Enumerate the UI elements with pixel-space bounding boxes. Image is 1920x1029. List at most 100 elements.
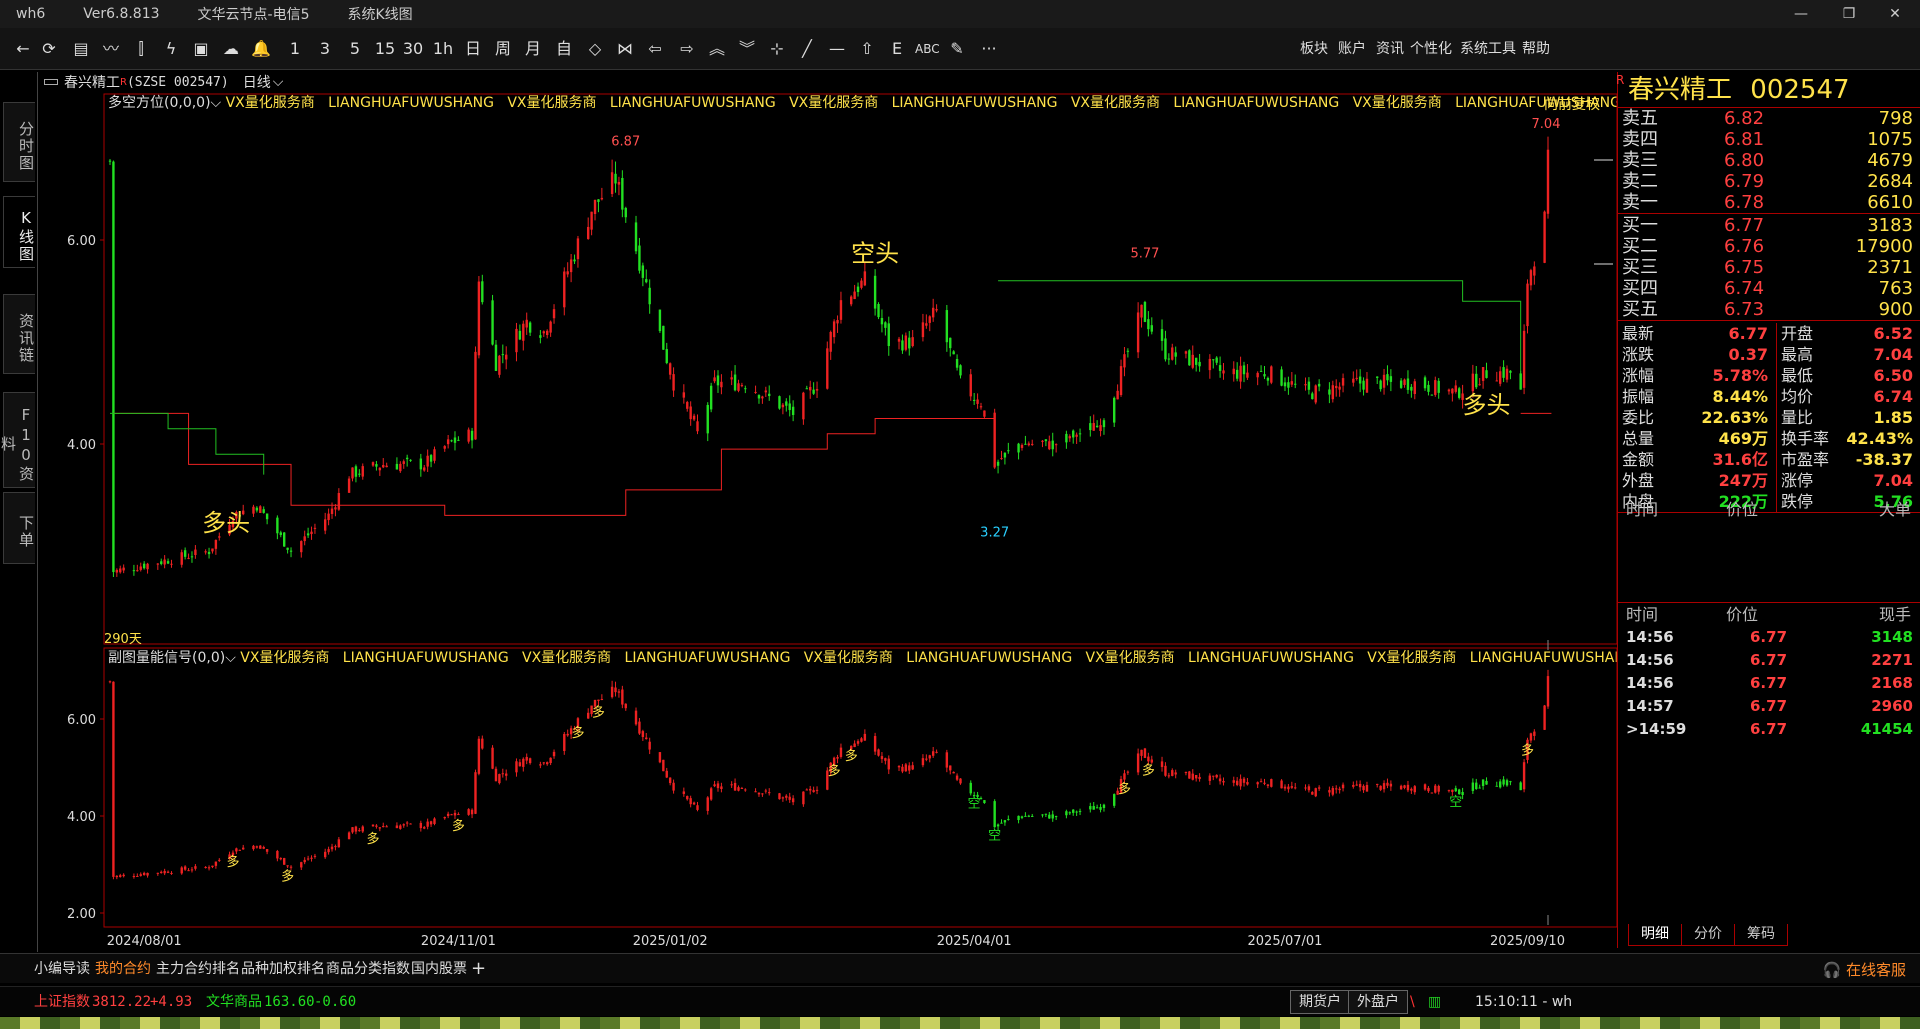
sub-candle-body [252, 845, 255, 850]
main-candle-body [207, 551, 211, 555]
main-candle-body [1365, 378, 1369, 393]
index2-name[interactable]: 文华商品 [206, 993, 262, 1011]
bottom-tab-2[interactable]: 主力合约排名 [156, 959, 240, 979]
online-service[interactable]: 🎧 在线客服 [1823, 959, 1906, 980]
sub-candle-body [1065, 811, 1068, 816]
bottom-tab-4[interactable]: 商品分类指数 [326, 959, 410, 979]
sub-candle-body [1314, 788, 1317, 797]
ask-volume: 1075 [1867, 129, 1913, 150]
main-candle-body [1304, 384, 1307, 386]
bid-row[interactable]: 买五 6.73 900 [1618, 299, 1920, 320]
bottom-tab-3[interactable]: 品种加权排名 [241, 959, 325, 979]
main-candle-body [1519, 373, 1522, 390]
main-candle-body [395, 463, 399, 470]
main-candle-body [1072, 430, 1075, 438]
stat-4: 委比 22.63% [1618, 407, 1776, 428]
sub-candle-body [166, 871, 170, 873]
main-candle-body [969, 374, 972, 397]
big-head-price: 价位 [1726, 500, 1759, 519]
orderbook-divider [1618, 213, 1920, 214]
main-candle-body [549, 321, 552, 333]
main-candle-body [1379, 380, 1382, 390]
stat-label: 最低 [1781, 366, 1814, 385]
ask-row[interactable]: 卖一 6.78 6610 [1618, 192, 1920, 213]
sub-candle-body [498, 774, 501, 784]
sub-bull-signal: 多 [452, 818, 465, 834]
futures-account-button[interactable]: 期货户 [1290, 990, 1350, 1014]
main-candle-body [1198, 361, 1201, 367]
bid-row[interactable]: 买三 6.75 2371 [1618, 257, 1920, 278]
quote-tab-0[interactable]: 明细 [1628, 924, 1682, 946]
main-candle-body [375, 464, 378, 467]
index1-name[interactable]: 上证指数 [34, 993, 90, 1011]
main-candle-body [730, 377, 733, 380]
quote-tab-1[interactable]: 分价 [1681, 924, 1735, 946]
sub-candle-body [419, 822, 423, 829]
ask-label: 卖五 [1622, 108, 1658, 129]
sub-candle-body [1447, 790, 1451, 792]
tick-price: 6.77 [1750, 720, 1788, 738]
main-candle-body [634, 222, 638, 252]
stat-label: 涨幅 [1622, 366, 1655, 385]
bottom-tab-0[interactable]: 小编导读 [34, 959, 90, 979]
sub-candle-body [1054, 816, 1058, 818]
sub-candle-body [378, 827, 382, 829]
sub-candle-body [610, 686, 614, 698]
sub-candle-body [856, 741, 860, 744]
ask-price: 6.79 [1724, 171, 1765, 192]
main-candle-body [993, 412, 996, 468]
ask-row[interactable]: 卖二 6.79 2684 [1618, 171, 1920, 192]
big-head-time: 时间 [1626, 500, 1659, 519]
sub-candle-body [802, 791, 805, 805]
bid-row[interactable]: 买四 6.74 763 [1618, 278, 1920, 299]
main-candle-body [1174, 352, 1177, 357]
ask-row[interactable]: 卖五 6.82 798 [1618, 108, 1920, 129]
main-candle-body [1382, 374, 1386, 388]
main-candle-body [1116, 390, 1119, 400]
main-candle-body [1078, 433, 1082, 435]
sub-candle-body [1160, 761, 1164, 767]
ask-volume: 2684 [1867, 171, 1913, 192]
kline-chart[interactable]: 4.00 6.00 2.00 4.00 6.00 2024/08/01 2024/11/01… [0, 0, 1617, 953]
minimize-icon[interactable]: — [1778, 0, 1824, 28]
stat-value: 469万 [1718, 429, 1768, 448]
stat-label: 外盘 [1622, 471, 1655, 490]
main-candle-body [522, 323, 525, 341]
sub-candle-body [204, 866, 207, 868]
stat-b-7: 涨停 7.04 [1776, 470, 1920, 491]
ask-row[interactable]: 卖四 6.81 1075 [1618, 129, 1920, 150]
foreign-account-button[interactable]: 外盘户 [1348, 990, 1408, 1014]
main-candle-body [347, 478, 351, 493]
bull-bear-lines [110, 280, 1552, 516]
main-candle-body [921, 322, 925, 338]
sub-candle-body [928, 755, 931, 759]
sub-candle-body [1386, 782, 1389, 786]
main-candle-body [856, 286, 860, 293]
main-candle-body [136, 570, 139, 572]
sub-candle-body [156, 872, 160, 874]
quote-tab-2[interactable]: 筹码 [1734, 924, 1788, 946]
restore-icon[interactable]: ❐ [1826, 0, 1872, 28]
bid-row[interactable]: 买一 6.77 3183 [1618, 215, 1920, 236]
main-candle-body [593, 199, 597, 215]
main-candle-body [1068, 436, 1072, 439]
main-candle-body [815, 389, 819, 391]
main-candle-body [252, 506, 255, 514]
ask-row[interactable]: 卖三 6.80 4679 [1618, 150, 1920, 171]
main-candle-body [259, 506, 262, 513]
sub-candle-body [1194, 775, 1198, 779]
main-candle-body [931, 307, 935, 318]
sub-candle-body [809, 788, 812, 791]
sub-candle-body [282, 858, 286, 865]
main-candle-body [1437, 380, 1440, 393]
close-icon[interactable]: ✕ [1872, 0, 1918, 28]
bottom-tab-1[interactable]: 我的合约 [95, 959, 151, 979]
sub-candle-body [1430, 792, 1434, 794]
sub-candle-body [1024, 815, 1027, 817]
sub-candle-body [778, 793, 781, 800]
ask-volume: 4679 [1867, 150, 1913, 171]
bottom-tab-5[interactable]: 国内股票 [411, 959, 467, 979]
main-candle-body [1000, 458, 1003, 460]
bid-row[interactable]: 买二 6.76 17900 [1618, 236, 1920, 257]
add-tab-icon[interactable]: + [471, 959, 486, 979]
